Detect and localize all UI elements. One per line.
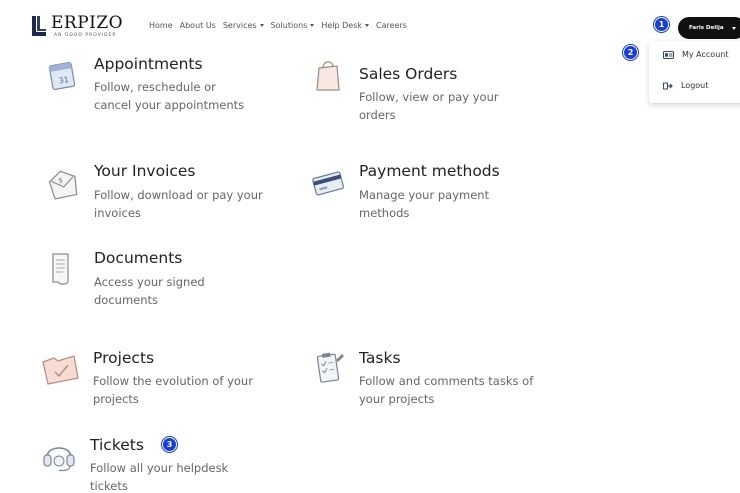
step-badge-3: 3	[162, 437, 177, 452]
logo-mark-icon	[32, 16, 46, 36]
nav-services[interactable]: Services	[223, 21, 264, 30]
sign-out-icon	[663, 82, 673, 89]
tile-title: Sales Orders	[359, 65, 458, 83]
tile-description: Follow all your helpdesk tickets	[90, 461, 229, 493]
tile-description: Follow, download or pay your invoices	[94, 188, 263, 220]
logo-text: ERPIZO	[51, 13, 124, 33]
clipboard-tasks-icon	[316, 352, 344, 383]
tile-description: Follow, reschedule or cancel your appoin…	[94, 80, 245, 112]
envelope-invoice-icon: $	[48, 170, 78, 200]
nav-about-us[interactable]: About Us	[180, 21, 216, 30]
user-name: Faris Delija	[689, 25, 724, 31]
document-scroll-icon	[52, 253, 69, 285]
shopping-bag-icon	[316, 61, 340, 91]
chevron-down-icon	[259, 24, 264, 27]
chevron-down-icon	[365, 24, 370, 27]
folder-check-icon	[42, 355, 79, 385]
logo-tagline: AN ODOO PROVIDER	[54, 33, 117, 38]
nav-solutions[interactable]: Solutions	[271, 21, 315, 30]
tile-description: Follow, view or pay your orders	[359, 90, 499, 122]
tile-description: Manage your payment methods	[359, 188, 490, 220]
tile-description: Access your signed documents	[94, 275, 205, 307]
step-badge-2: 2	[623, 45, 638, 60]
step-badge-1: 1	[654, 17, 669, 32]
logout-menu-item[interactable]: Logout	[663, 81, 708, 90]
chevron-down-icon	[731, 26, 736, 30]
tile-title: Appointments	[94, 55, 203, 73]
main-nav: Home About Us Services Solutions Help De…	[149, 21, 407, 30]
svg-text:31: 31	[58, 75, 70, 86]
tile-description: Follow the evolution of your projects	[93, 374, 253, 406]
nav-help-desk[interactable]: Help Desk	[321, 21, 370, 30]
chevron-down-icon	[310, 24, 315, 27]
headset-icon	[43, 447, 75, 472]
tile-title: Payment methods	[359, 162, 500, 180]
user-dropdown-menu: My Account Logout	[649, 41, 740, 103]
nav-careers[interactable]: Careers	[376, 21, 407, 30]
tile-title: Documents	[94, 249, 183, 267]
tile-title: Tickets	[90, 436, 144, 454]
tile-title: Tasks	[359, 349, 401, 367]
calendar-icon: 31	[48, 61, 76, 91]
erpizo-logo[interactable]: ERPIZO AN ODOO PROVIDER	[30, 14, 123, 38]
user-menu-button[interactable]: Faris Delija	[678, 17, 740, 39]
credit-card-icon	[312, 171, 345, 196]
tile-title: Your Invoices	[94, 162, 196, 180]
nav-home[interactable]: Home	[149, 21, 173, 30]
my-account-menu-item[interactable]: My Account	[663, 50, 728, 59]
tile-description: Follow and comments tasks of your projec…	[359, 374, 534, 406]
id-card-icon	[663, 50, 674, 59]
tile-title: Projects	[93, 349, 155, 367]
